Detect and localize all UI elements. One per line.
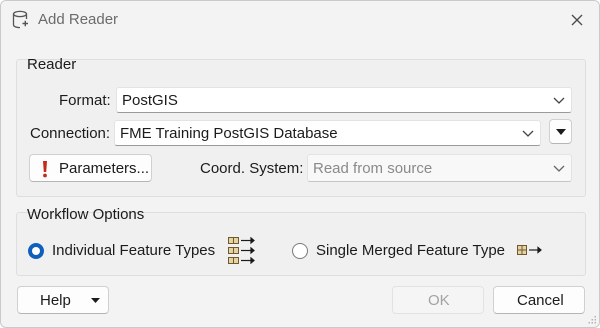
coord-system-select[interactable]: Read from source	[307, 154, 572, 182]
triangle-down-icon	[556, 129, 566, 135]
help-button-label: Help	[40, 292, 71, 309]
format-value: PostGIS	[122, 92, 178, 109]
connection-select[interactable]: FME Training PostGIS Database	[114, 120, 541, 146]
format-select[interactable]: PostGIS	[116, 87, 572, 113]
triangle-down-icon	[91, 298, 100, 303]
ok-button-label: OK	[428, 292, 450, 309]
database-icon	[12, 10, 28, 29]
resize-grip-icon[interactable]	[587, 315, 597, 325]
help-button[interactable]: Help	[17, 286, 109, 314]
ok-button[interactable]: OK	[392, 286, 484, 314]
chevron-down-icon	[522, 130, 534, 137]
connection-value: FME Training PostGIS Database	[120, 125, 338, 142]
cancel-button[interactable]: Cancel	[493, 286, 585, 314]
close-button[interactable]	[563, 7, 591, 33]
workflow-options-title: Workflow Options	[27, 206, 145, 223]
add-reader-dialog: Add Reader Reader Format: PostGIS Connec…	[0, 0, 600, 328]
title-bar: Add Reader	[1, 1, 599, 39]
parameters-button[interactable]: Parameters...	[29, 154, 152, 182]
reader-group-title: Reader	[27, 56, 77, 73]
close-icon	[571, 14, 583, 26]
connection-menu-button[interactable]	[549, 119, 572, 144]
format-label: Format:	[59, 92, 111, 109]
cancel-button-label: Cancel	[517, 292, 564, 309]
individual-feature-types-label[interactable]: Individual Feature Types	[52, 242, 215, 259]
single-merged-feature-type-label[interactable]: Single Merged Feature Type	[316, 242, 505, 259]
dialog-title: Add Reader	[38, 11, 119, 28]
exclamation-icon	[43, 161, 47, 178]
single-merged-feature-type-radio[interactable]	[292, 243, 308, 259]
single-merged-feature-type-icon	[517, 245, 542, 255]
coord-system-value: Read from source	[313, 160, 433, 177]
individual-feature-types-icon	[228, 236, 255, 265]
individual-feature-types-radio[interactable]	[28, 243, 44, 259]
coord-system-label: Coord. System:	[200, 160, 304, 177]
chevron-down-icon	[553, 97, 565, 104]
chevron-down-icon	[553, 165, 565, 172]
connection-label: Connection:	[30, 125, 111, 142]
parameters-button-label: Parameters...	[59, 160, 150, 177]
